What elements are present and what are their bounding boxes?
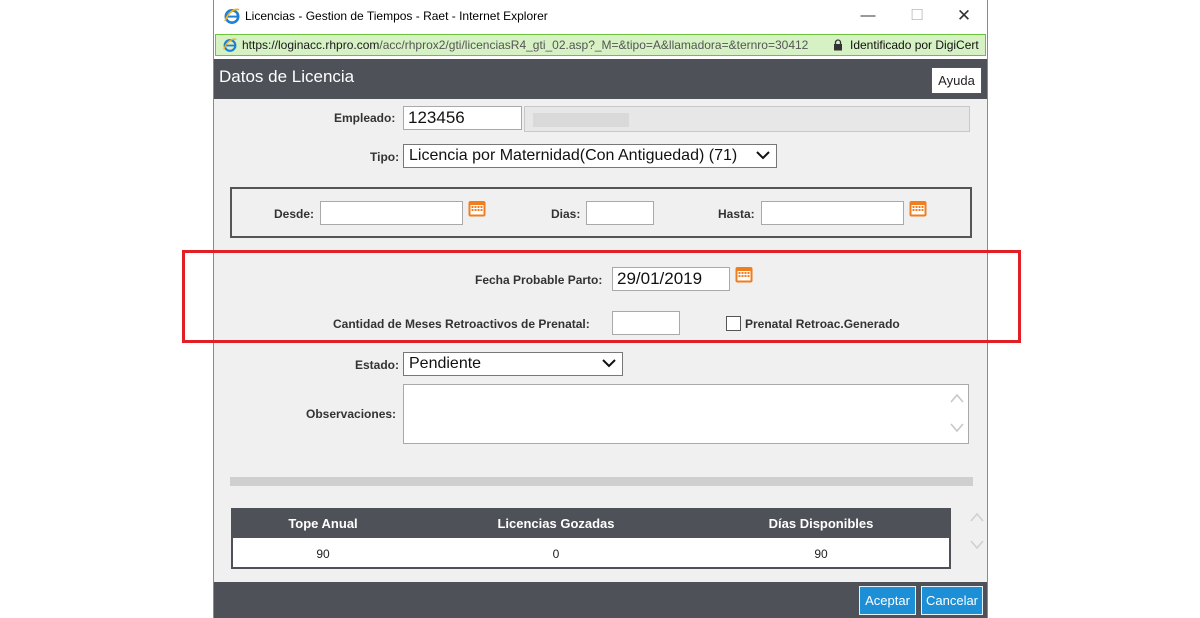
calendar-icon[interactable]: [909, 199, 927, 217]
title-bar[interactable]: Licencias - Gestion de Tiempos - Raet - …: [214, 0, 987, 33]
table-scroll-up-icon[interactable]: [970, 512, 984, 522]
calendar-icon[interactable]: [468, 199, 486, 217]
tipo-label: Tipo:: [370, 150, 400, 164]
scroll-down-icon[interactable]: [950, 423, 964, 433]
redacted-name: [533, 113, 629, 127]
ie-page-icon: [223, 38, 237, 52]
ie-logo-icon: [224, 8, 240, 24]
page-title: Datos de Licencia: [219, 67, 355, 86]
tipo-selected-value: Licencia por Maternidad(Con Antiguedad) …: [409, 147, 738, 164]
estado-label: Estado:: [355, 358, 400, 372]
chevron-down-icon: [602, 359, 616, 368]
empleado-label: Empleado:: [334, 111, 396, 125]
cell-dias-disponibles: 90: [814, 547, 828, 561]
help-button[interactable]: Ayuda: [931, 67, 982, 94]
lock-icon[interactable]: [833, 39, 843, 51]
url-path: /acc/rhprox2/gti/licenciasR4_gti_02.asp?…: [379, 38, 809, 52]
empleado-name-field: [524, 106, 970, 132]
col-header-dias-disponibles: Días Disponibles: [768, 516, 874, 531]
url-text[interactable]: https://loginacc.rhpro.com/acc/rhprox2/g…: [242, 38, 808, 52]
highlight-annotation-box: [182, 250, 1021, 343]
hasta-label: Hasta:: [718, 207, 755, 221]
section-divider: [230, 477, 973, 486]
url-host: https://loginacc.rhpro.com: [242, 38, 380, 52]
summary-table: Tope Anual Licencias Gozadas Días Dispon…: [231, 508, 951, 569]
observaciones-label: Observaciones:: [306, 407, 397, 421]
site-identity[interactable]: Identificado por DigiCert: [850, 38, 979, 52]
form-footer: Aceptar Cancelar: [214, 582, 987, 618]
chevron-down-icon: [756, 151, 770, 160]
col-header-tope-anual: Tope Anual: [288, 516, 358, 531]
hasta-input[interactable]: [761, 201, 904, 225]
col-header-licencias-gozadas: Licencias Gozadas: [497, 516, 615, 531]
empleado-input[interactable]: 123456: [403, 106, 522, 130]
minimize-button[interactable]: —: [855, 4, 881, 28]
cancelar-button[interactable]: Cancelar: [921, 586, 983, 615]
desde-label: Desde:: [274, 207, 315, 221]
aceptar-button[interactable]: Aceptar: [859, 586, 916, 615]
dias-label: Dias:: [551, 207, 581, 221]
tipo-select[interactable]: Licencia por Maternidad(Con Antiguedad) …: [403, 144, 777, 168]
observaciones-textarea[interactable]: [403, 384, 969, 444]
table-scroll-down-icon[interactable]: [970, 540, 984, 550]
cell-licencias-gozadas: 0: [552, 547, 560, 561]
dias-input[interactable]: [586, 201, 654, 225]
form-header: Datos de Licencia Ayuda: [214, 59, 987, 99]
date-range-group: Desde: Dias: Hasta:: [230, 187, 972, 238]
scroll-up-icon[interactable]: [950, 393, 964, 403]
window-title: Licencias - Gestion de Tiempos - Raet - …: [245, 9, 548, 23]
summary-table-header: Tope Anual Licencias Gozadas Días Dispon…: [233, 510, 949, 538]
estado-selected-value: Pendiente: [409, 355, 482, 372]
desde-input[interactable]: [320, 201, 463, 225]
maximize-button[interactable]: ☐: [904, 4, 930, 28]
cell-tope-anual: 90: [316, 547, 330, 561]
close-button[interactable]: ✕: [951, 4, 977, 28]
estado-select[interactable]: Pendiente: [403, 352, 623, 376]
address-bar[interactable]: https://loginacc.rhpro.com/acc/rhprox2/g…: [215, 34, 986, 56]
